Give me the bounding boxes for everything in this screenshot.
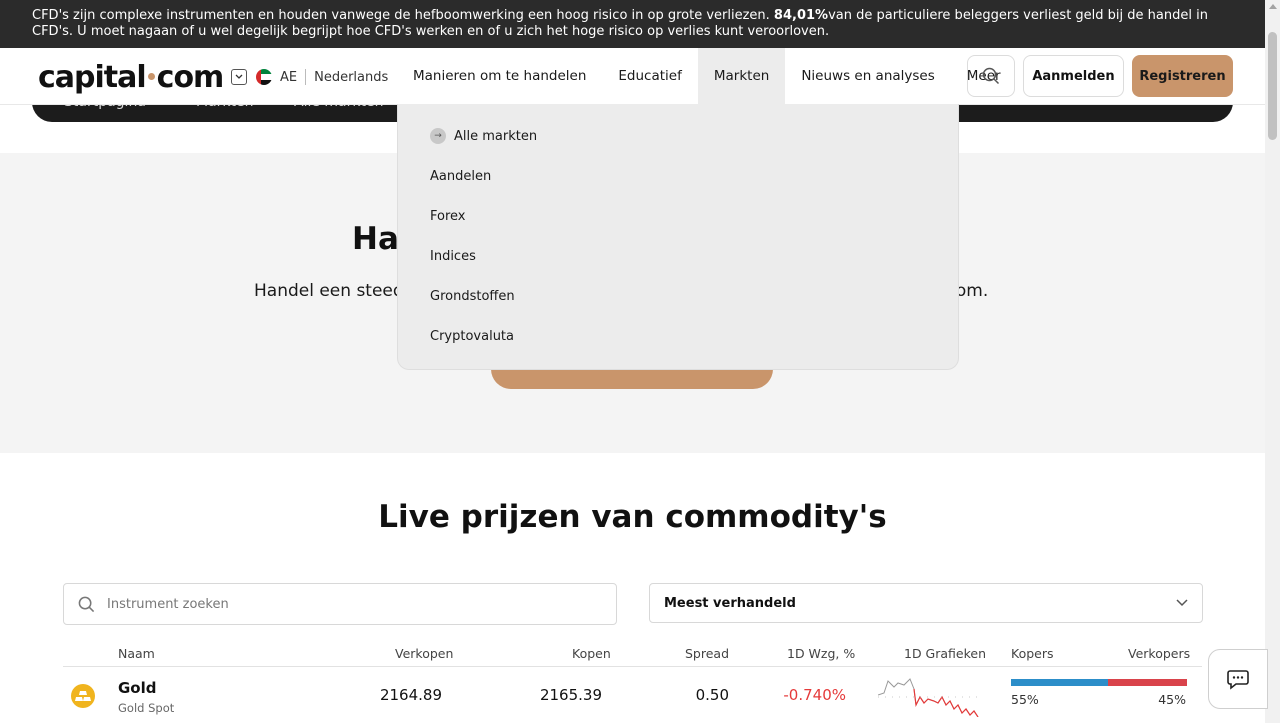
scrollbar-thumb[interactable] xyxy=(1268,32,1277,140)
logo-text-1: capital xyxy=(38,60,147,95)
logo-dot xyxy=(147,72,155,80)
change-value: -0.740% xyxy=(783,686,846,704)
dropdown-item-shares[interactable]: Aandelen xyxy=(430,169,491,184)
dropdown-item-label: Alle markten xyxy=(454,128,538,144)
chevron-down-icon[interactable] xyxy=(231,69,247,85)
col-buyers: Kopers xyxy=(1011,646,1054,661)
dropdown-item-indices[interactable]: Indices xyxy=(430,249,476,264)
buyers-bar xyxy=(1011,679,1108,686)
prices-table-header: Naam Verkopen Kopen Spread 1D Wzg, % 1D … xyxy=(63,643,1202,667)
divider xyxy=(305,69,307,85)
uae-flag-icon xyxy=(256,69,272,85)
hero-subtitle-left: Handel een steed xyxy=(254,281,404,301)
sellers-percent: 45% xyxy=(1158,692,1186,707)
register-button[interactable]: Registreren xyxy=(1132,55,1233,97)
instrument-subtitle: Gold Spot xyxy=(118,701,175,715)
col-change[interactable]: 1D Wzg, % xyxy=(787,646,855,661)
col-spread[interactable]: Spread xyxy=(685,646,729,661)
buy-price[interactable]: 2165.39 xyxy=(540,686,602,704)
chat-button[interactable] xyxy=(1208,649,1268,709)
spread-value: 0.50 xyxy=(695,686,729,704)
dropdown-item-crypto[interactable]: Cryptovaluta xyxy=(430,329,514,344)
instrument-search-field[interactable] xyxy=(63,583,617,625)
col-sellers: Verkopers xyxy=(1128,646,1191,661)
sort-selected-value: Meest verhandeld xyxy=(664,595,796,611)
risk-warning-banner: CFD's zijn complexe instrumenten en houd… xyxy=(0,0,1265,48)
nav-educational[interactable]: Educatief xyxy=(602,48,697,104)
sell-price[interactable]: 2164.89 xyxy=(380,686,442,704)
search-icon xyxy=(982,67,1000,85)
dropdown-item-forex[interactable]: Forex xyxy=(430,209,466,224)
capital-com-logo[interactable]: capital com xyxy=(38,60,225,95)
instrument-name[interactable]: Gold xyxy=(118,679,157,697)
search-button[interactable] xyxy=(967,55,1015,97)
arrow-right-icon: → xyxy=(430,128,446,144)
markets-dropdown: → Alle markten Aandelen Forex Indices Gr… xyxy=(397,104,959,370)
col-sell[interactable]: Verkopen xyxy=(395,646,453,661)
chat-icon xyxy=(1227,670,1249,690)
login-button[interactable]: Aanmelden xyxy=(1023,55,1124,97)
col-name[interactable]: Naam xyxy=(118,646,155,661)
main-nav: Manieren om te handelen Educatief Markte… xyxy=(397,48,1017,104)
gold-bars-icon xyxy=(71,684,95,708)
risk-percentage: 84,01% xyxy=(773,8,829,23)
col-chart: 1D Grafieken xyxy=(904,646,987,661)
dropdown-item-all-markets[interactable]: → Alle markten xyxy=(430,128,537,144)
dropdown-item-commodities[interactable]: Grondstoffen xyxy=(430,289,515,304)
logo-text-2: com xyxy=(156,60,225,95)
sort-select[interactable]: Meest verhandeld xyxy=(649,583,1203,623)
nav-ways-to-trade[interactable]: Manieren om te handelen xyxy=(397,48,602,104)
region-code: AE xyxy=(280,69,298,85)
nav-markets[interactable]: Markten xyxy=(697,48,786,104)
instrument-search-input[interactable] xyxy=(107,596,587,612)
site-header: capital com AE Nederlands Manieren om te … xyxy=(0,48,1265,105)
chevron-down-icon xyxy=(1176,599,1188,607)
risk-text-before: CFD's zijn complexe instrumenten en houd… xyxy=(32,8,774,23)
search-icon xyxy=(78,596,95,612)
live-prices-title: Live prijzen van commodity's xyxy=(378,499,887,535)
sellers-bar xyxy=(1107,679,1187,686)
table-row[interactable]: Gold Gold Spot 2164.89 2165.39 0.50 -0.7… xyxy=(63,667,1202,723)
language-label[interactable]: Nederlands xyxy=(314,70,388,85)
sentiment-bar xyxy=(1011,679,1187,686)
buyers-percent: 55% xyxy=(1011,692,1039,707)
nav-news-analysis[interactable]: Nieuws en analyses xyxy=(785,48,950,104)
region-language-selector[interactable]: AE Nederlands xyxy=(231,68,388,86)
sparkline-chart xyxy=(878,678,979,717)
col-buy[interactable]: Kopen xyxy=(572,646,611,661)
scroll-up-arrow-icon[interactable] xyxy=(1269,4,1277,9)
